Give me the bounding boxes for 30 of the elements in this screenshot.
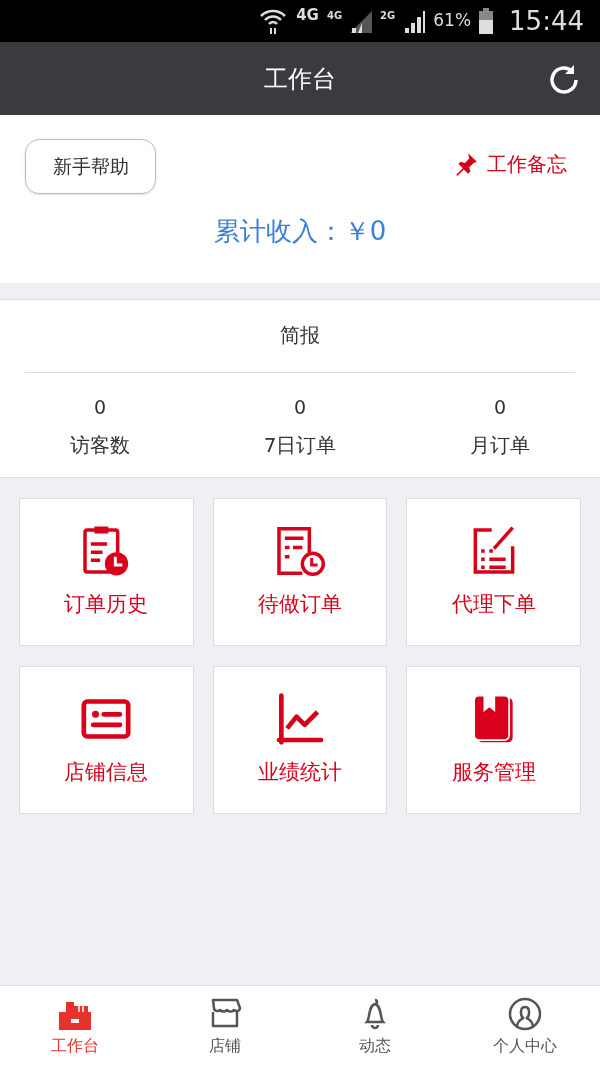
stat-label: 访客数 xyxy=(70,431,130,459)
menu-tile[interactable]: 服务管理 xyxy=(406,666,581,814)
help-button[interactable]: 新手帮助 xyxy=(25,139,156,194)
tab-bar-item[interactable]: 个人中心 xyxy=(450,986,600,1067)
menu-tile[interactable]: 店铺信息 xyxy=(19,666,194,814)
user-icon xyxy=(507,995,543,1032)
stat-value: 0 xyxy=(493,395,507,420)
page-title: 工作台 xyxy=(264,63,336,95)
menu-tile[interactable]: 待做订单 xyxy=(212,498,388,646)
sim-label: 2G xyxy=(380,9,396,23)
clock: 15:44 xyxy=(509,4,584,38)
signal-icon xyxy=(350,9,373,33)
battery-icon xyxy=(479,8,494,34)
signal-icon xyxy=(403,9,426,33)
battery-percent: 61% xyxy=(433,9,472,33)
sim-label: 4G xyxy=(326,9,343,23)
stat-label: 7日订单 xyxy=(263,431,337,459)
stat-value: 0 xyxy=(293,395,307,420)
tab-bar-item[interactable]: 工作台 xyxy=(0,986,150,1067)
tab-bar-item[interactable]: 动态 xyxy=(300,986,450,1067)
memo-link[interactable]: 工作备忘 xyxy=(453,149,567,179)
stat-value: 0 xyxy=(93,395,107,420)
menu-tile[interactable]: 业绩统计 xyxy=(212,666,388,814)
menu-tile[interactable]: 订单历史 xyxy=(19,498,194,646)
section-title: 简报 xyxy=(280,322,320,349)
network-label: 4G xyxy=(296,5,319,26)
menu-tile[interactable]: 代理下单 xyxy=(406,498,581,646)
stat-label: 月订单 xyxy=(470,431,530,459)
tab-bar-item[interactable]: 店铺 xyxy=(150,986,300,1067)
total-income: 累计收入：￥0 xyxy=(213,215,387,248)
